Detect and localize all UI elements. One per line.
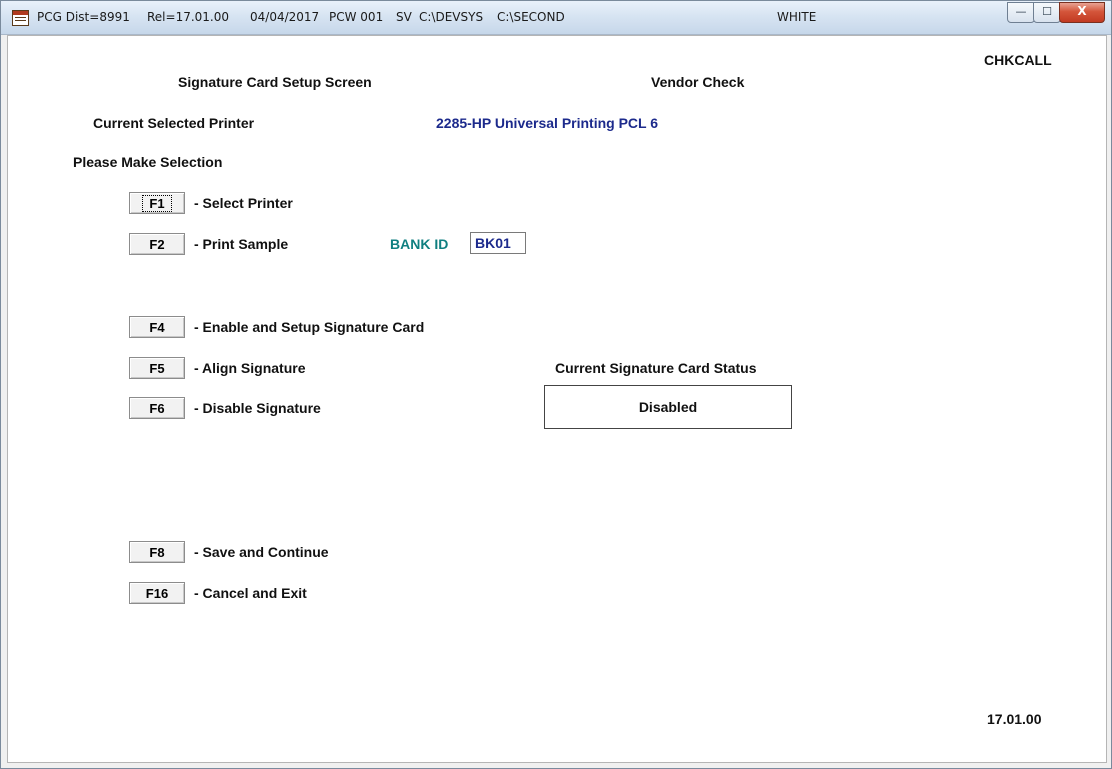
title-bar[interactable]: PCG Dist=8991 Rel=17.01.00 04/04/2017 PC… [1, 1, 1111, 35]
minimize-button[interactable]: — [1007, 2, 1035, 23]
f5-description: - Align Signature [194, 360, 306, 376]
f4-enable-setup-button[interactable]: F4 [129, 316, 185, 338]
title-devsys-path: C:\DEVSYS [419, 10, 484, 24]
signature-status-box: Disabled [544, 385, 792, 429]
title-second-path: C:\SECOND [497, 10, 565, 24]
title-user: WHITE [777, 10, 817, 24]
f1-key-label: F1 [142, 195, 172, 212]
f2-key-label: F2 [149, 237, 165, 252]
f5-align-signature-button[interactable]: F5 [129, 357, 185, 379]
app-window: PCG Dist=8991 Rel=17.01.00 04/04/2017 PC… [0, 0, 1112, 769]
f16-description: - Cancel and Exit [194, 585, 307, 601]
close-button[interactable]: X [1059, 2, 1105, 23]
f6-disable-signature-button[interactable]: F6 [129, 397, 185, 419]
screen-content: CHKCALL Signature Card Setup Screen Vend… [7, 35, 1107, 763]
close-icon: X [1077, 4, 1087, 18]
maximize-button[interactable]: ☐ [1033, 2, 1061, 23]
f1-description: - Select Printer [194, 195, 293, 211]
title-sv: SV [396, 10, 412, 24]
app-menu-icon[interactable] [12, 10, 29, 26]
maximize-icon: ☐ [1042, 5, 1052, 18]
printer-value: 2285-HP Universal Printing PCL 6 [436, 115, 659, 131]
f4-key-label: F4 [149, 320, 165, 335]
bank-id-label: BANK ID [390, 236, 449, 252]
f4-description: - Enable and Setup Signature Card [194, 319, 425, 335]
f6-description: - Disable Signature [194, 400, 321, 416]
signature-status-label: Current Signature Card Status [555, 360, 757, 376]
f2-print-sample-button[interactable]: F2 [129, 233, 185, 255]
minimize-icon: — [1015, 5, 1027, 18]
f5-key-label: F5 [149, 361, 165, 376]
version-label: 17.01.00 [987, 711, 1042, 727]
f2-description: - Print Sample [194, 236, 289, 252]
title-district: PCG Dist=8991 [37, 10, 130, 24]
screen-title: Signature Card Setup Screen [178, 74, 372, 90]
bank-id-field[interactable] [470, 232, 526, 254]
title-release: Rel=17.01.00 [147, 10, 230, 24]
f8-key-label: F8 [149, 545, 165, 560]
f16-key-label: F16 [145, 586, 169, 601]
f16-cancel-exit-button[interactable]: F16 [129, 582, 185, 604]
f8-save-continue-button[interactable]: F8 [129, 541, 185, 563]
f1-select-printer-button[interactable]: F1 [129, 192, 185, 214]
f6-key-label: F6 [149, 401, 165, 416]
f8-description: - Save and Continue [194, 544, 329, 560]
selection-prompt: Please Make Selection [73, 154, 223, 170]
printer-label: Current Selected Printer [93, 115, 255, 131]
title-workstation: PCW 001 [329, 10, 384, 24]
screen-subtitle: Vendor Check [651, 74, 745, 90]
program-id: CHKCALL [984, 52, 1052, 68]
title-date: 04/04/2017 [250, 10, 320, 24]
